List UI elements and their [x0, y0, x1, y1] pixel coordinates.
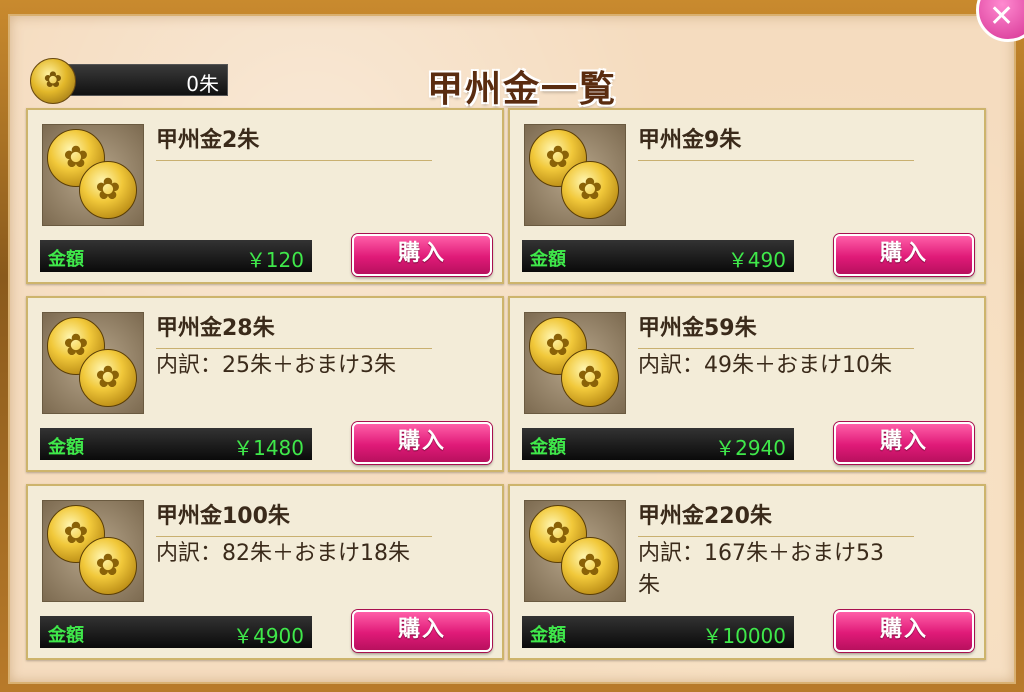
currency-balance: 0朱: [58, 64, 228, 96]
price-value: ￥120: [245, 248, 304, 272]
close-icon: ✕: [989, 0, 1015, 34]
product-detail: 内訳：82朱＋おまけ18朱: [156, 541, 410, 566]
price-label: 金額: [530, 625, 566, 646]
product-image: ✿ ✿: [524, 312, 626, 414]
product-name: 甲州金9朱: [638, 122, 914, 161]
page-title: 甲州金一覧: [426, 68, 617, 110]
price-value: ￥1480: [233, 436, 304, 460]
product-card: ✿ ✿ 甲州金28朱 内訳：25朱＋おまけ3朱 金額 ￥1480 購入: [26, 296, 504, 472]
product-name: 甲州金28朱: [156, 310, 432, 349]
price-label: 金額: [48, 625, 84, 646]
price-label: 金額: [530, 437, 566, 458]
shop-panel: 0朱 ✿ 甲州金一覧 ✿ ✿ 甲州金2朱 金額 ￥120 購入 ✿ ✿ 甲州金9…: [8, 14, 1016, 684]
price-value: ￥2940: [715, 436, 786, 460]
product-card: ✿ ✿ 甲州金220朱 内訳：167朱＋おまけ53朱 金額 ￥10000 購入: [508, 484, 986, 660]
product-image: ✿ ✿: [524, 124, 626, 226]
price-label: 金額: [48, 437, 84, 458]
product-card: ✿ ✿ 甲州金100朱 内訳：82朱＋おまけ18朱 金額 ￥4900 購入: [26, 484, 504, 660]
price-label: 金額: [530, 249, 566, 270]
product-card: ✿ ✿ 甲州金59朱 内訳：49朱＋おまけ10朱 金額 ￥2940 購入: [508, 296, 986, 472]
currency-display: 0朱 ✿: [30, 58, 230, 104]
price-label: 金額: [48, 249, 84, 270]
coin-icon: ✿: [561, 161, 619, 219]
product-detail: 内訳：25朱＋おまけ3朱: [156, 353, 396, 378]
coin-icon: ✿: [561, 349, 619, 407]
product-detail: 内訳：167朱＋おまけ53朱: [638, 541, 884, 598]
product-name: 甲州金2朱: [156, 122, 432, 161]
price-bar: 金額 ￥120: [40, 240, 312, 272]
buy-button[interactable]: 購入: [352, 234, 492, 276]
price-bar: 金額 ￥490: [522, 240, 794, 272]
price-bar: 金額 ￥2940: [522, 428, 794, 460]
product-name: 甲州金59朱: [638, 310, 914, 349]
product-card: ✿ ✿ 甲州金9朱 金額 ￥490 購入: [508, 108, 986, 284]
coin-icon: ✿: [79, 161, 137, 219]
buy-button[interactable]: 購入: [352, 422, 492, 464]
coin-icon: ✿: [561, 537, 619, 595]
price-bar: 金額 ￥10000: [522, 616, 794, 648]
buy-button[interactable]: 購入: [834, 234, 974, 276]
price-bar: 金額 ￥1480: [40, 428, 312, 460]
product-card: ✿ ✿ 甲州金2朱 金額 ￥120 購入: [26, 108, 504, 284]
coin-icon: ✿: [30, 58, 76, 104]
price-bar: 金額 ￥4900: [40, 616, 312, 648]
product-image: ✿ ✿: [524, 500, 626, 602]
price-value: ￥490: [727, 248, 786, 272]
product-image: ✿ ✿: [42, 124, 144, 226]
product-name: 甲州金220朱: [638, 498, 914, 537]
coin-icon: ✿: [79, 349, 137, 407]
product-detail: 内訳：49朱＋おまけ10朱: [638, 353, 892, 378]
coin-icon: ✿: [79, 537, 137, 595]
product-image: ✿ ✿: [42, 312, 144, 414]
product-name: 甲州金100朱: [156, 498, 432, 537]
buy-button[interactable]: 購入: [834, 610, 974, 652]
buy-button[interactable]: 購入: [352, 610, 492, 652]
product-image: ✿ ✿: [42, 500, 144, 602]
buy-button[interactable]: 購入: [834, 422, 974, 464]
price-value: ￥4900: [233, 624, 304, 648]
price-value: ￥10000: [702, 624, 786, 648]
